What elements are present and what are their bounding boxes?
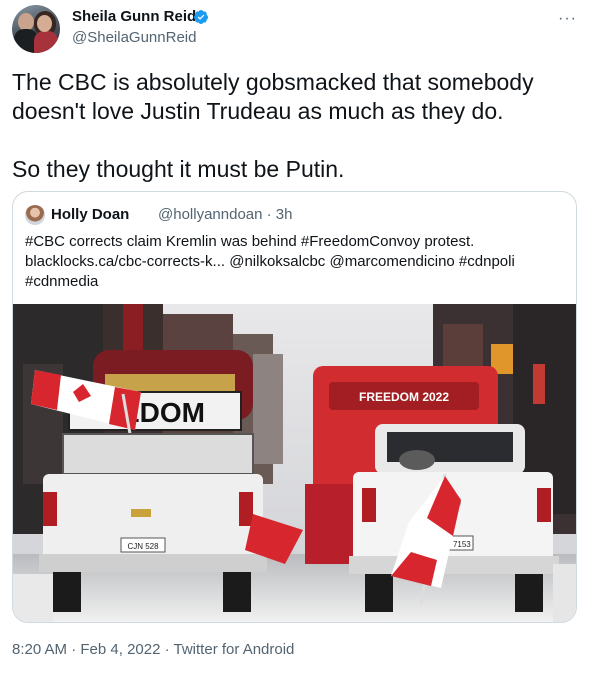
tweet-source[interactable]: Twitter for Android (174, 641, 295, 658)
truck-sign-freedom-2022: FREEDOM 2022 (359, 390, 449, 404)
quoted-author-avatar[interactable] (25, 205, 45, 225)
quoted-author-name[interactable]: Holly Doan (51, 206, 129, 223)
author-handle[interactable]: @SheilaGunnReid (72, 29, 196, 46)
quoted-author-handle-time[interactable]: @hollyanndoan · 3h (158, 206, 293, 223)
tweet: Sheila Gunn Reid @SheilaGunnReid ··· The… (0, 0, 606, 689)
quoted-text-line: #CBC corrects claim Kremlin was behind #… (25, 233, 475, 250)
author-display-name[interactable]: Sheila Gunn Reid (72, 8, 196, 25)
tweet-text-line: So they thought it must be Putin. (12, 156, 345, 182)
verified-badge-icon (193, 10, 208, 24)
quoted-text-line: #cdnmedia (25, 273, 99, 290)
license-plate-left: CJN 528 (127, 542, 159, 551)
tweet-time[interactable]: 8:20 AM (12, 641, 67, 658)
tweet-date[interactable]: Feb 4, 2022 (80, 641, 160, 658)
tweet-text-line: The CBC is absolutely gobsmacked that so… (12, 69, 534, 95)
quoted-tweet[interactable]: Holly Doan @hollyanndoan · 3h #CBC corre… (12, 191, 577, 623)
footer-separator: · (160, 641, 174, 658)
author-avatar[interactable] (12, 5, 60, 53)
tweet-footer: 8:20 AM · Feb 4, 2022 · Twitter for Andr… (12, 641, 294, 658)
quoted-tweet-photo[interactable]: FREEDOM 2022 EDOM CJN 528 AT 7153 (13, 304, 576, 622)
footer-separator: · (67, 641, 81, 658)
quoted-text-line: blacklocks.ca/cbc-corrects-k... @nilkoks… (25, 253, 515, 270)
tweet-text: The CBC is absolutely gobsmacked that so… (12, 68, 592, 184)
tweet-text-line: doesn't love Justin Trudeau as much as t… (12, 98, 504, 124)
more-options-icon[interactable]: ··· (558, 10, 577, 28)
quoted-tweet-text: #CBC corrects claim Kremlin was behind #… (25, 232, 565, 292)
